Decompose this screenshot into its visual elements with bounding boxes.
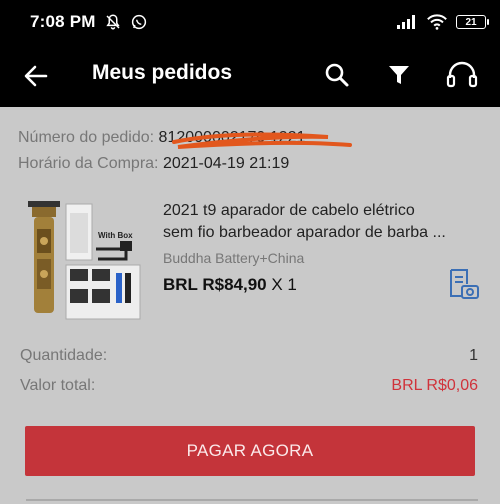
wifi-icon <box>427 14 447 30</box>
product-title-line-1: 2021 t9 aparador de cabelo elétrico <box>163 202 415 219</box>
total-label: Valor total: <box>20 377 96 394</box>
battery-icon: 21 <box>456 15 489 29</box>
quantity-label: Quantidade: <box>20 347 108 364</box>
product-image[interactable]: With Box <box>22 199 144 323</box>
signal-icon <box>397 15 415 29</box>
product-quantity: X 1 <box>271 275 297 294</box>
order-number-label: Número do pedido: <box>18 129 155 146</box>
total-value: BRL R$0,06 <box>391 377 478 394</box>
whatsapp-icon <box>131 14 146 30</box>
with-box-label: With Box <box>98 231 133 240</box>
back-arrow-icon[interactable] <box>22 62 50 90</box>
product-price: BRL R$84,90 <box>163 275 267 294</box>
order-time-value: 2021-04-19 21:19 <box>162 155 290 172</box>
order-card: Número do pedido: 812000002170 1221 Horá… <box>0 107 500 504</box>
bell-off-icon <box>106 14 120 30</box>
redaction-scribble <box>172 132 352 149</box>
quantity-value: 1 <box>469 347 478 364</box>
order-time-label: Horário da Compra: <box>18 155 159 172</box>
pay-now-button[interactable]: PAGAR AGORA <box>25 426 475 476</box>
divider <box>26 499 478 501</box>
status-bar: 7:08 PM 21 <box>0 0 500 44</box>
app-bar: Meus pedidos <box>0 44 500 107</box>
product-price-row: BRL R$84,90 X 1 <box>163 275 297 295</box>
filter-icon[interactable] <box>384 60 414 90</box>
product-title-line-2: sem fio barbeador aparador de barba ... <box>163 224 446 241</box>
battery-level: 21 <box>465 16 477 28</box>
headset-icon[interactable] <box>445 60 479 90</box>
product-seller: Buddha Battery+China <box>163 250 305 266</box>
status-time: 7:08 PM <box>30 12 96 31</box>
product-title[interactable]: 2021 t9 aparador de cabelo elétrico sem … <box>163 200 483 244</box>
invoice-photo-icon[interactable] <box>446 267 480 301</box>
search-icon[interactable] <box>322 60 352 90</box>
page-title: Meus pedidos <box>92 61 233 84</box>
order-time-row: Horário da Compra: 2021-04-19 21:19 <box>18 155 289 173</box>
